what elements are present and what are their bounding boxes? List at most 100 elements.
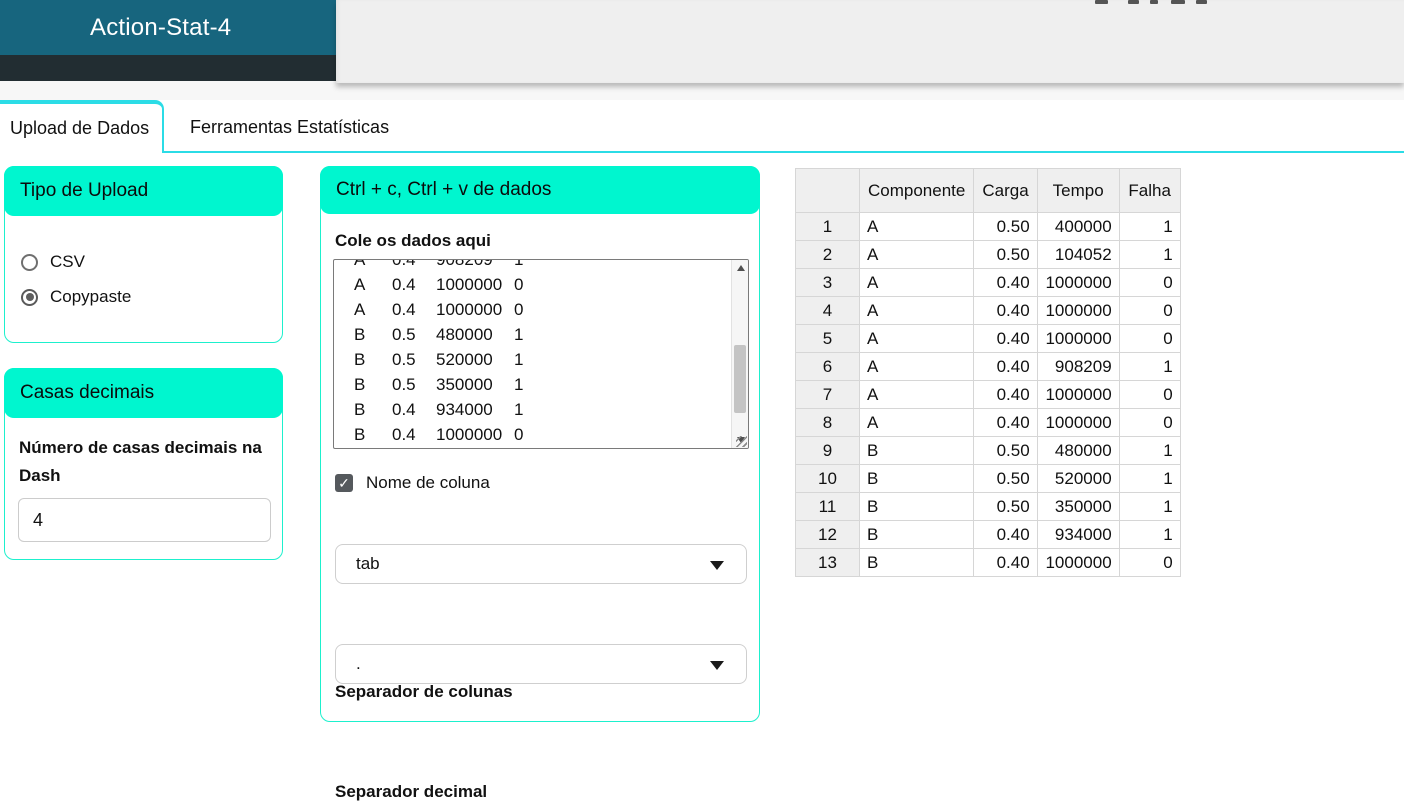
textarea-line: B0.49340001 xyxy=(334,397,731,422)
tab-ferramentas-estatisticas[interactable]: Ferramentas Estatísticas xyxy=(166,104,413,151)
textarea-value: B xyxy=(354,347,392,372)
row-index-cell: 3 xyxy=(796,269,860,297)
table-cell: 520000 xyxy=(1037,465,1119,493)
textarea-value: 1000000 xyxy=(436,272,514,297)
row-index-cell: 9 xyxy=(796,437,860,465)
row-index-cell: 13 xyxy=(796,549,860,577)
textarea-value: B xyxy=(354,397,392,422)
table-cell: 1 xyxy=(1119,353,1180,381)
table-cell: 350000 xyxy=(1037,493,1119,521)
table-row: 13B0.4010000000 xyxy=(796,549,1181,577)
decimal-separator-select[interactable]: . xyxy=(335,644,747,684)
textarea-value: A xyxy=(354,272,392,297)
textarea-value: B xyxy=(354,422,392,447)
textarea-value: 1 xyxy=(514,259,731,272)
table-cell: 0.40 xyxy=(974,549,1037,577)
table-cell: 934000 xyxy=(1037,521,1119,549)
table-row: 10B0.505200001 xyxy=(796,465,1181,493)
table-row: 11B0.503500001 xyxy=(796,493,1181,521)
tab-upload-de-dados[interactable]: Upload de Dados xyxy=(0,100,164,153)
textarea-value: 908209 xyxy=(436,259,514,272)
table-row: 1A0.504000001 xyxy=(796,213,1181,241)
textarea-value: 1 xyxy=(514,372,731,397)
row-index-cell: 8 xyxy=(796,409,860,437)
column-header-falha: Falha xyxy=(1119,169,1180,213)
scroll-up-icon[interactable] xyxy=(732,260,749,276)
paste-textarea[interactable]: A0.49082091A0.410000000A0.410000000B0.54… xyxy=(333,259,749,449)
table-cell: A xyxy=(860,269,974,297)
table-cell: 0.40 xyxy=(974,269,1037,297)
clipped-text-fragment xyxy=(1128,0,1139,4)
radio-option-csv[interactable]: CSV xyxy=(21,252,282,272)
clipped-text-fragment xyxy=(1171,0,1185,4)
textarea-line: A0.410000000 xyxy=(334,297,731,322)
tab-underline xyxy=(164,151,1404,153)
decimals-input[interactable] xyxy=(18,498,271,542)
table-cell: 0 xyxy=(1119,269,1180,297)
clipped-text-fragment xyxy=(1196,0,1207,4)
textarea-value: 1 xyxy=(514,322,731,347)
table-cell: A xyxy=(860,409,974,437)
scrollbar-thumb[interactable] xyxy=(734,345,746,413)
column-header-componente: Componente xyxy=(860,169,974,213)
checkbox-checked-icon[interactable]: ✓ xyxy=(335,474,353,492)
textarea-value: 0.4 xyxy=(392,422,436,447)
table-cell: 1 xyxy=(1119,521,1180,549)
table-cell: 0.40 xyxy=(974,297,1037,325)
selected-value: . xyxy=(356,654,361,674)
radio-button-unselected[interactable] xyxy=(21,254,38,271)
textarea-scrollbar[interactable] xyxy=(731,260,748,448)
sidebar-strip xyxy=(0,55,336,81)
table-cell: 0.50 xyxy=(974,465,1037,493)
textarea-line: B0.410000000 xyxy=(334,422,731,447)
decimal-separator-label: Separador decimal xyxy=(335,782,487,802)
table-cell: A xyxy=(860,213,974,241)
table-cell: B xyxy=(860,437,974,465)
paste-textarea-content: A0.49082091A0.410000000A0.410000000B0.54… xyxy=(334,259,731,447)
navbar-area xyxy=(336,0,1404,83)
textarea-line: B0.55200001 xyxy=(334,347,731,372)
panel-title: Casas decimais xyxy=(20,382,154,404)
data-preview-table: Componente Carga Tempo Falha 1A0.5040000… xyxy=(795,168,1181,577)
decimals-input-label: Número de casas decimais na Dash xyxy=(5,418,282,490)
table-cell: 0 xyxy=(1119,549,1180,577)
radio-option-copypaste[interactable]: Copypaste xyxy=(21,287,282,307)
table-cell: 0.40 xyxy=(974,353,1037,381)
app-logo-block: Action-Stat-4 xyxy=(0,0,336,55)
table-row: 4A0.4010000000 xyxy=(796,297,1181,325)
panel-title: Tipo de Upload xyxy=(20,180,148,202)
table-cell: 1000000 xyxy=(1037,325,1119,353)
textarea-value: 0 xyxy=(514,422,731,447)
table-cell: 0.40 xyxy=(974,521,1037,549)
table-cell: 0 xyxy=(1119,409,1180,437)
radio-button-selected[interactable] xyxy=(21,289,38,306)
table-cell: 1000000 xyxy=(1037,549,1119,577)
table-cell: B xyxy=(860,465,974,493)
table-cell: 0.50 xyxy=(974,493,1037,521)
textarea-value: 0 xyxy=(514,272,731,297)
table-row: 6A0.409082091 xyxy=(796,353,1181,381)
textarea-line: A0.49082091 xyxy=(334,259,731,272)
table-cell: 0 xyxy=(1119,381,1180,409)
table-row: 2A0.501040521 xyxy=(796,241,1181,269)
upload-type-panel-header: Tipo de Upload xyxy=(4,166,283,216)
table-cell: A xyxy=(860,297,974,325)
panel-title: Ctrl + c, Ctrl + v de dados xyxy=(336,179,551,201)
app-title: Action-Stat-4 xyxy=(90,14,231,42)
table-cell: 0.40 xyxy=(974,409,1037,437)
table-row: 8A0.4010000000 xyxy=(796,409,1181,437)
column-separator-select[interactable]: tab xyxy=(335,544,747,584)
row-index-cell: 12 xyxy=(796,521,860,549)
table-row: 7A0.4010000000 xyxy=(796,381,1181,409)
column-name-checkbox-row[interactable]: ✓ Nome de coluna xyxy=(335,473,490,493)
table-cell: 1 xyxy=(1119,213,1180,241)
resize-handle-icon[interactable] xyxy=(736,436,747,447)
upload-type-panel: Tipo de Upload CSV Copypaste xyxy=(4,166,283,343)
textarea-value: B xyxy=(354,322,392,347)
table-cell: 0.40 xyxy=(974,381,1037,409)
chevron-down-icon xyxy=(710,561,724,570)
column-header-carga: Carga xyxy=(974,169,1037,213)
selected-value: tab xyxy=(356,554,380,574)
table-cell: 104052 xyxy=(1037,241,1119,269)
table-cell: A xyxy=(860,353,974,381)
